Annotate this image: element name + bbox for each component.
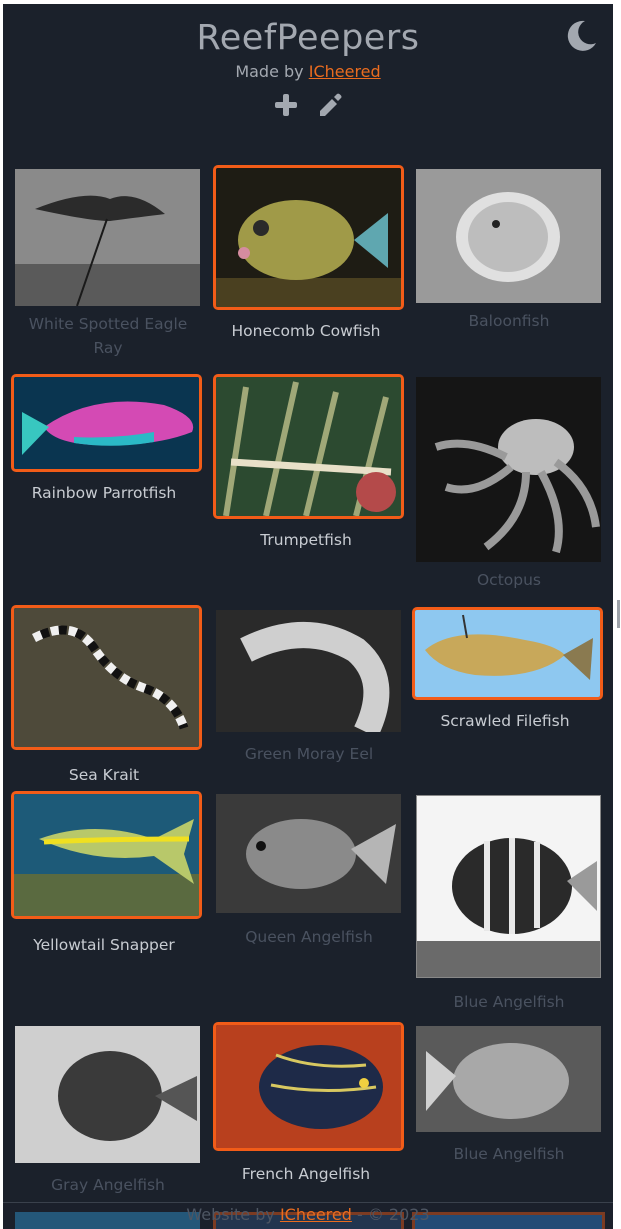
- fish-image: [416, 1026, 601, 1132]
- fish-name: Honecomb Cowfish: [231, 322, 381, 340]
- fish-image: [416, 169, 601, 303]
- fish-card[interactable]: Honecomb Cowfish: [213, 165, 404, 343]
- footer-author-link[interactable]: ICheered: [280, 1205, 352, 1224]
- fish-card[interactable]: Trumpetfish: [213, 374, 404, 552]
- fish-card[interactable]: Rainbow Parrotfish: [11, 374, 202, 505]
- fish-image: [213, 165, 404, 310]
- fish-card[interactable]: French Angelfish: [213, 1022, 404, 1186]
- fish-name: Blue Angelfish: [453, 1145, 565, 1163]
- footer-prefix: Website by: [186, 1205, 280, 1224]
- fish-name: Blue Angelfish: [453, 993, 565, 1011]
- page: ReefPeepers Made by ICheered White Spott…: [3, 4, 613, 1229]
- fish-image: [11, 605, 202, 750]
- fish-card[interactable]: Octopus: [416, 377, 602, 592]
- fish-card[interactable]: Gray Angelfish: [15, 1026, 201, 1197]
- fish-name: Scrawled Filefish: [440, 712, 570, 730]
- fish-image: [412, 607, 603, 700]
- fish-name: Gray Angelfish: [51, 1176, 165, 1194]
- fish-name: French Angelfish: [241, 1165, 371, 1183]
- footer-copyright: - © 2023: [351, 1205, 430, 1224]
- fish-name: Trumpetfish: [260, 531, 352, 549]
- fish-card[interactable]: Queen Angelfish: [216, 794, 402, 949]
- fish-name: Sea Krait: [68, 766, 140, 784]
- fish-image: [416, 377, 601, 562]
- fish-name: Queen Angelfish: [245, 928, 373, 946]
- fish-name: Rainbow Parrotfish: [31, 484, 177, 502]
- fish-grid: White Spotted Eagle Ray Honecomb Cowfish: [3, 4, 613, 1229]
- fish-image: [11, 791, 202, 919]
- fish-name: Octopus: [476, 571, 542, 589]
- fish-name: Yellowtail Snapper: [33, 936, 175, 954]
- fish-card[interactable]: Blue Angelfish: [416, 795, 602, 1014]
- fish-image: [416, 795, 601, 978]
- fish-image: [216, 610, 401, 732]
- fish-card[interactable]: Green Moray Eel: [216, 610, 402, 766]
- fish-card[interactable]: Scrawled Filefish: [412, 607, 603, 733]
- fish-image: [15, 169, 200, 306]
- fish-image: [15, 1026, 200, 1163]
- scrollbar[interactable]: [617, 600, 620, 628]
- fish-name: White Spotted Eagle Ray: [28, 315, 188, 357]
- footer: Website by ICheered - © 2023: [3, 1202, 613, 1229]
- fish-image: [213, 1022, 404, 1151]
- fish-card[interactable]: White Spotted Eagle Ray: [15, 169, 201, 360]
- fish-card[interactable]: Baloonfish: [416, 169, 602, 333]
- fish-card[interactable]: Yellowtail Snapper: [11, 791, 202, 957]
- fish-name: Baloonfish: [468, 312, 550, 330]
- fish-image: [213, 374, 404, 519]
- fish-card[interactable]: Blue Angelfish: [416, 1026, 602, 1166]
- fish-image: [11, 374, 202, 472]
- fish-name: Green Moray Eel: [244, 745, 374, 763]
- fish-card[interactable]: Sea Krait: [11, 605, 202, 787]
- fish-image: [216, 794, 401, 913]
